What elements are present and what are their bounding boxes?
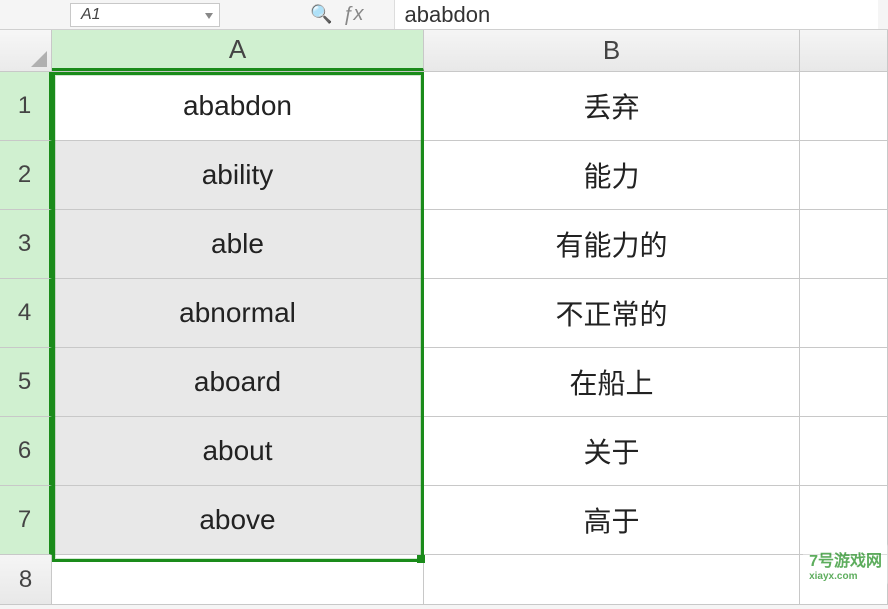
table-row: 6 about 关于 (0, 417, 888, 486)
column-header-b[interactable]: B (424, 30, 800, 71)
cell-a6[interactable]: about (52, 417, 424, 486)
row-header-7[interactable]: 7 (0, 486, 52, 555)
column-headers: A B (0, 30, 888, 72)
cell-b5[interactable]: 在船上 (424, 348, 800, 417)
cell-b1[interactable]: 丢弃 (424, 72, 800, 141)
row-header-1[interactable]: 1 (0, 72, 52, 141)
row-header-6[interactable]: 6 (0, 417, 52, 486)
formula-input-wrap (394, 0, 878, 29)
select-all-corner[interactable] (0, 30, 52, 71)
cell-c5[interactable] (800, 348, 888, 417)
cell-b6[interactable]: 关于 (424, 417, 800, 486)
table-row: 3 able 有能力的 (0, 210, 888, 279)
grid-body: 1 ababdon 丢弃 2 ability 能力 3 able 有能力的 4 … (0, 72, 888, 605)
cell-c8[interactable] (800, 555, 888, 605)
table-row: 4 abnormal 不正常的 (0, 279, 888, 348)
cell-a4[interactable]: abnormal (52, 279, 424, 348)
table-row: 7 above 高于 (0, 486, 888, 555)
row-header-8[interactable]: 8 (0, 555, 52, 605)
row-header-5[interactable]: 5 (0, 348, 52, 417)
cell-c2[interactable] (800, 141, 888, 210)
formula-input[interactable] (395, 3, 878, 27)
cell-b4[interactable]: 不正常的 (424, 279, 800, 348)
row-header-4[interactable]: 4 (0, 279, 52, 348)
cell-reference-value: A1 (81, 6, 101, 24)
cell-a7[interactable]: above (52, 486, 424, 555)
column-header-a[interactable]: A (52, 30, 424, 71)
formula-bar: A1 🔍 ƒx (0, 0, 888, 30)
cell-c6[interactable] (800, 417, 888, 486)
cell-b3[interactable]: 有能力的 (424, 210, 800, 279)
column-header-c[interactable] (800, 30, 888, 71)
cell-c1[interactable] (800, 72, 888, 141)
fx-area: 🔍 ƒx (310, 3, 364, 26)
cell-a2[interactable]: ability (52, 141, 424, 210)
cell-a3[interactable]: able (52, 210, 424, 279)
cell-b7[interactable]: 高于 (424, 486, 800, 555)
search-icon[interactable]: 🔍 (310, 4, 332, 25)
cell-a8[interactable] (52, 555, 424, 605)
cell-b8[interactable] (424, 555, 800, 605)
cell-c3[interactable] (800, 210, 888, 279)
cell-reference-box[interactable]: A1 (70, 3, 220, 27)
row-header-2[interactable]: 2 (0, 141, 52, 210)
cell-a5[interactable]: aboard (52, 348, 424, 417)
cell-b2[interactable]: 能力 (424, 141, 800, 210)
sheet-area: A B 1 ababdon 丢弃 2 ability 能力 3 able 有能力… (0, 30, 888, 605)
cell-c4[interactable] (800, 279, 888, 348)
table-row: 1 ababdon 丢弃 (0, 72, 888, 141)
cell-a1[interactable]: ababdon (52, 72, 424, 141)
table-row: 2 ability 能力 (0, 141, 888, 210)
cell-c7[interactable] (800, 486, 888, 555)
row-header-3[interactable]: 3 (0, 210, 52, 279)
table-row: 8 (0, 555, 888, 605)
table-row: 5 aboard 在船上 (0, 348, 888, 417)
fx-icon[interactable]: ƒx (342, 3, 363, 26)
